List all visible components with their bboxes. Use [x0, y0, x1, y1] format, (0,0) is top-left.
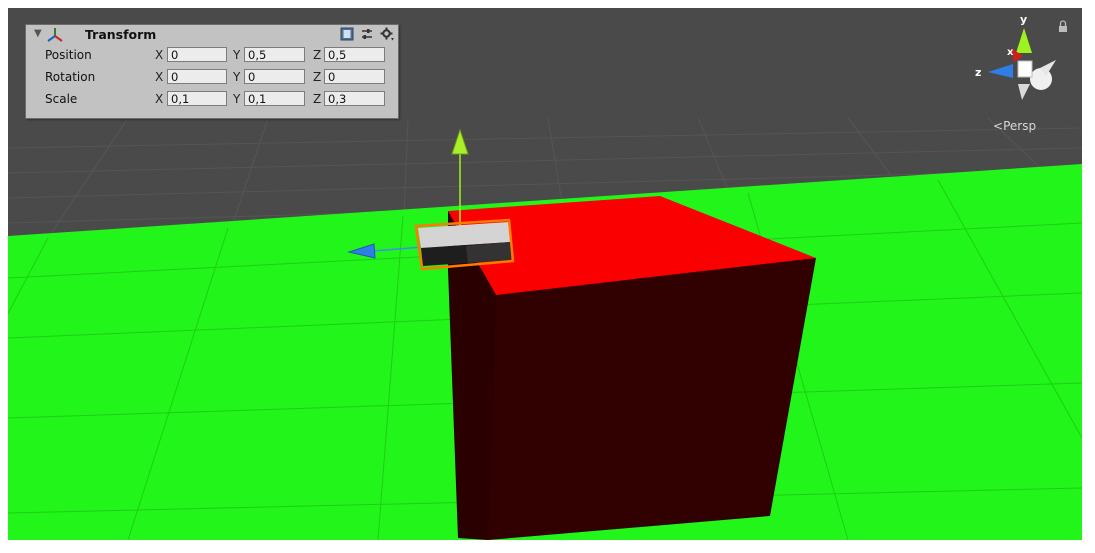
scale-y-label[interactable]: Y [233, 92, 240, 106]
rotation-label: Rotation [45, 70, 96, 84]
scale-z-label[interactable]: Z [313, 92, 321, 106]
rotation-row: Rotation X 0 Y 0 Z 0 [26, 68, 398, 87]
projection-toggle[interactable]: <Persp [993, 119, 1036, 133]
context-sliders-icon[interactable] [360, 27, 374, 41]
transform-header[interactable]: ▼ Transform [26, 25, 398, 45]
gizmo-x-label: x [1007, 47, 1014, 58]
transform-inspector: ▼ Transform Position X 0 Y 0,5 Z 0,5 Rot… [25, 24, 399, 119]
gizmo-y-label: y [1020, 13, 1027, 26]
scale-x-label[interactable]: X [155, 92, 163, 106]
position-x-field[interactable]: 0 [167, 47, 227, 62]
rotation-x-label[interactable]: X [155, 70, 163, 84]
position-row: Position X 0 Y 0,5 Z 0,5 [26, 46, 398, 65]
gizmo-z-label: z [975, 66, 981, 79]
rotation-z-label[interactable]: Z [313, 70, 321, 84]
transform-axes-icon [47, 28, 63, 42]
foldout-arrow-icon[interactable]: ▼ [34, 28, 42, 39]
position-label: Position [45, 48, 92, 62]
scale-z-field[interactable]: 0,3 [324, 91, 385, 106]
scale-label: Scale [45, 92, 78, 106]
scene-view[interactable]: y x z <Persp ▼ Transform Position X 0 Y … [8, 8, 1082, 540]
position-y-field[interactable]: 0,5 [244, 47, 305, 62]
back-chevron-icon: < [993, 119, 1004, 133]
help-book-icon[interactable] [340, 27, 354, 41]
position-y-label[interactable]: Y [233, 48, 240, 62]
component-title: Transform [85, 27, 157, 42]
scale-y-field[interactable]: 0,1 [244, 91, 305, 106]
scale-row: Scale X 0,1 Y 0,1 Z 0,3 [26, 90, 398, 109]
position-x-label[interactable]: X [155, 48, 163, 62]
cube-side-face [448, 258, 816, 540]
position-z-label[interactable]: Z [313, 48, 321, 62]
scale-x-field[interactable]: 0,1 [167, 91, 227, 106]
rotation-y-field[interactable]: 0 [244, 69, 305, 84]
gear-icon[interactable] [380, 27, 394, 41]
rotation-x-field[interactable]: 0 [167, 69, 227, 84]
projection-label: Persp [1003, 119, 1037, 133]
selected-object[interactable] [414, 218, 515, 271]
rotation-z-field[interactable]: 0 [324, 69, 385, 84]
gizmo-center-cube[interactable] [1017, 60, 1033, 78]
rotation-y-label[interactable]: Y [233, 70, 240, 84]
position-z-field[interactable]: 0,5 [324, 47, 385, 62]
